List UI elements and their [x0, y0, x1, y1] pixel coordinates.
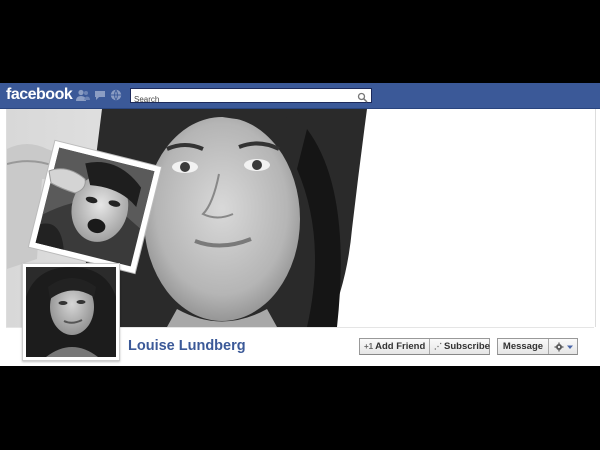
message-group: Message: [497, 338, 578, 355]
subscribe-label: Subscribe: [444, 341, 490, 352]
messages-icon[interactable]: [94, 89, 106, 101]
add-friend-label: Add Friend: [375, 341, 426, 352]
gear-icon: [554, 342, 573, 352]
search-icon[interactable]: [357, 90, 368, 103]
settings-dropdown-button[interactable]: [549, 339, 578, 354]
subscribe-button[interactable]: ⋰ Subscribe: [430, 339, 490, 354]
top-bar: facebook: [0, 83, 600, 109]
add-friend-icon: +1: [364, 342, 374, 351]
message-button[interactable]: Message: [498, 339, 548, 354]
search-box[interactable]: [130, 88, 372, 106]
friend-subscribe-group: +1 Add Friend ⋰ Subscribe: [359, 338, 490, 355]
profile-page: Louise Lundberg +1 Add Friend ⋰ Subscribe …: [0, 109, 600, 366]
add-friend-button[interactable]: +1 Add Friend: [360, 339, 429, 354]
profile-name[interactable]: Louise Lundberg: [128, 338, 246, 354]
search-input[interactable]: [131, 93, 354, 106]
notifications-icon[interactable]: [110, 89, 122, 101]
profile-picture[interactable]: [22, 263, 120, 361]
facebook-logo[interactable]: facebook: [6, 86, 73, 104]
rss-icon: ⋰: [434, 342, 442, 351]
chevron-down-icon: [566, 345, 573, 349]
friend-requests-icon[interactable]: [76, 89, 90, 101]
